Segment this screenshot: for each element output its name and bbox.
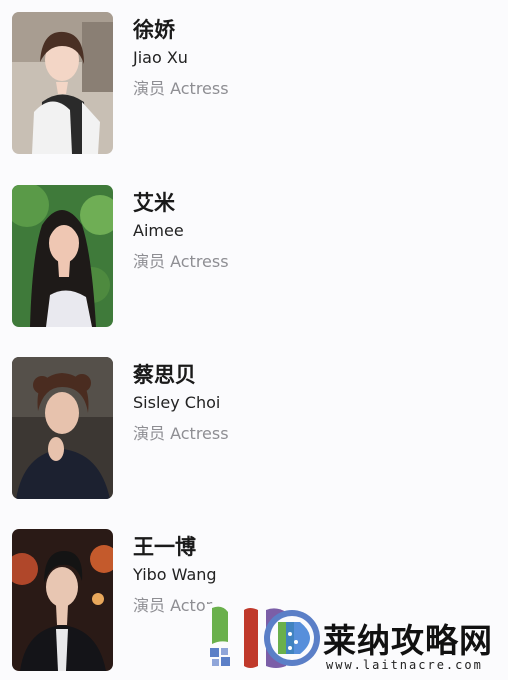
cast-name-cn[interactable]: 徐娇 — [133, 14, 175, 44]
cast-name-en: Sisley Choi — [133, 393, 221, 412]
cast-item[interactable]: 蔡思贝 Sisley Choi 演员 Actress — [0, 357, 508, 507]
cast-role: 演员 Actress — [133, 424, 229, 443]
cast-photo[interactable] — [12, 185, 113, 327]
cast-list: 徐娇 Jiao Xu 演员 Actress 艾米 Aimee 演员 Actres… — [0, 0, 508, 680]
portrait-photo-icon — [12, 185, 113, 327]
cast-photo[interactable] — [12, 529, 113, 671]
site-logo-icon — [206, 604, 322, 674]
cast-name-cn[interactable]: 艾米 — [133, 187, 175, 217]
cast-name-cn[interactable]: 王一博 — [133, 531, 196, 561]
watermark-url: www.laitnacre.com — [326, 658, 483, 672]
cast-name-en: Aimee — [133, 221, 184, 240]
cast-role: 演员 Actress — [133, 79, 229, 98]
cast-role: 演员 Actress — [133, 252, 229, 271]
portrait-photo-icon — [12, 529, 113, 671]
site-watermark: 莱纳攻略网 www.laitnacre.com — [206, 604, 502, 674]
portrait-photo-icon — [12, 12, 113, 154]
cast-photo[interactable] — [12, 12, 113, 154]
cast-role: 演员 Actor — [133, 596, 213, 615]
cast-name-cn[interactable]: 蔡思贝 — [133, 359, 196, 389]
cast-photo[interactable] — [12, 357, 113, 499]
portrait-photo-icon — [12, 357, 113, 499]
cast-name-en: Yibo Wang — [133, 565, 217, 584]
cast-item[interactable]: 艾米 Aimee 演员 Actress — [0, 185, 508, 335]
cast-item[interactable]: 徐娇 Jiao Xu 演员 Actress — [0, 12, 508, 162]
cast-name-en: Jiao Xu — [133, 48, 188, 67]
watermark-title: 莱纳攻略网 — [323, 621, 493, 660]
